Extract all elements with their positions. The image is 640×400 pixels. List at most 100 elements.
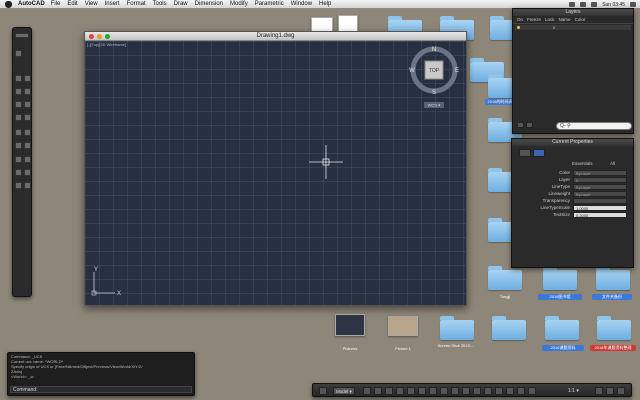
menu-format[interactable]: Format <box>127 1 146 7</box>
column-header[interactable]: Name <box>559 17 571 22</box>
snap-toggle-icon[interactable] <box>363 387 371 395</box>
status-icon[interactable] <box>569 2 576 7</box>
clean-screen-icon[interactable] <box>528 387 536 395</box>
lineweight-toggle-icon[interactable] <box>440 387 448 395</box>
tool-button[interactable] <box>24 182 31 189</box>
grid-toggle-icon[interactable] <box>319 387 327 395</box>
properties-tab-active[interactable] <box>533 149 545 157</box>
desktop-folder[interactable] <box>492 316 526 340</box>
clock[interactable]: Sun 03:45 <box>602 2 625 8</box>
dyn-toggle-icon[interactable] <box>429 387 437 395</box>
menu-file[interactable]: File <box>51 1 61 7</box>
osnap-toggle-icon[interactable] <box>396 387 404 395</box>
tool-button[interactable] <box>15 75 22 82</box>
column-header[interactable]: Lock <box>545 17 555 22</box>
zoom-button[interactable] <box>105 34 110 39</box>
tool-button[interactable] <box>24 142 31 149</box>
tool-button[interactable] <box>24 88 31 95</box>
tool-button[interactable] <box>15 129 22 136</box>
lightbulb-icon[interactable] <box>517 26 520 29</box>
property-value[interactable]: 0 <box>573 177 627 183</box>
window-titlebar[interactable]: Drawing1.dwg <box>85 32 466 41</box>
tool-button[interactable] <box>24 101 31 108</box>
section-essentials[interactable]: Essentials <box>572 161 593 166</box>
column-header[interactable]: On <box>517 17 523 22</box>
annotation-scale[interactable]: 1:1 ▾ <box>568 387 588 395</box>
annotation-monitor-icon[interactable] <box>484 387 492 395</box>
property-value[interactable]: 0.2000 <box>573 212 627 218</box>
desktop-folder[interactable] <box>545 316 579 340</box>
isolate-icon[interactable] <box>506 387 514 395</box>
property-value[interactable]: ByLayer <box>573 184 627 190</box>
polar-toggle-icon[interactable] <box>385 387 393 395</box>
settings-icon[interactable] <box>617 387 625 395</box>
column-header[interactable]: Color <box>575 17 586 22</box>
menu-tools[interactable]: Tools <box>153 1 167 7</box>
minimize-button[interactable] <box>97 34 102 39</box>
menu-dimension[interactable]: Dimension <box>195 1 223 7</box>
wifi-icon[interactable] <box>591 2 598 7</box>
delete-layer-button[interactable] <box>526 122 533 128</box>
desktop-folder[interactable] <box>596 266 630 290</box>
tool-button[interactable] <box>15 101 22 108</box>
menu-window[interactable]: Window <box>291 1 312 7</box>
layer-search-input[interactable]: Q- ⚲ <box>556 122 632 130</box>
command-input[interactable]: Command: <box>10 386 192 393</box>
menu-parametric[interactable]: Parametric <box>255 1 284 7</box>
tool-button[interactable] <box>24 169 31 176</box>
tool-button[interactable] <box>15 156 22 163</box>
menu-view[interactable]: View <box>85 1 98 7</box>
tool-button[interactable] <box>24 129 31 136</box>
menu-draw[interactable]: Draw <box>174 1 188 7</box>
tool-button[interactable] <box>15 114 22 121</box>
layer-row[interactable]: 0 <box>515 25 631 30</box>
close-button[interactable] <box>89 34 94 39</box>
properties-tab-object[interactable] <box>519 149 531 157</box>
property-value[interactable] <box>573 198 627 204</box>
desktop-folder[interactable] <box>488 266 522 290</box>
app-menu[interactable]: AutoCAD <box>18 1 45 7</box>
selection-cycling-icon[interactable] <box>473 387 481 395</box>
properties-title[interactable]: Current Properties <box>512 139 633 146</box>
model-space-menu[interactable]: Model ▾ <box>333 387 355 395</box>
desktop-folder[interactable] <box>543 266 577 290</box>
desktop-folder[interactable] <box>597 316 631 340</box>
menu-insert[interactable]: Insert <box>105 1 120 7</box>
viewcube[interactable]: TOP N S E W WCS ▾ <box>408 44 464 120</box>
workspace-icon[interactable] <box>606 387 614 395</box>
file-thumbnail[interactable] <box>388 316 418 336</box>
tool-button[interactable] <box>24 114 31 121</box>
otrack-toggle-icon[interactable] <box>407 387 415 395</box>
search-icon[interactable] <box>630 2 636 7</box>
annotation-visibility-icon[interactable] <box>595 387 603 395</box>
file-thumbnail[interactable] <box>311 17 333 32</box>
tool-button[interactable] <box>15 182 22 189</box>
tool-button[interactable] <box>15 50 22 57</box>
menu-help[interactable]: Help <box>319 1 331 7</box>
property-value[interactable]: ByLayer <box>573 191 627 197</box>
desktop-folder[interactable] <box>440 316 474 340</box>
units-icon[interactable] <box>495 387 503 395</box>
tool-button[interactable] <box>15 142 22 149</box>
tool-button[interactable] <box>24 75 31 82</box>
tool-button[interactable] <box>15 88 22 95</box>
status-icon[interactable] <box>580 2 587 7</box>
transparency-toggle-icon[interactable] <box>451 387 459 395</box>
quick-properties-icon[interactable] <box>462 387 470 395</box>
menu-modify[interactable]: Modify <box>230 1 248 7</box>
apple-icon[interactable] <box>5 0 12 8</box>
section-all[interactable]: All <box>610 161 615 166</box>
column-header[interactable]: Freeze <box>527 17 541 22</box>
ducs-toggle-icon[interactable] <box>418 387 426 395</box>
file-thumbnail[interactable] <box>335 314 365 336</box>
palette-header-icon[interactable] <box>15 33 29 38</box>
hardware-acceleration-icon[interactable] <box>517 387 525 395</box>
menu-edit[interactable]: Edit <box>67 1 77 7</box>
layers-title[interactable]: Layers <box>513 9 633 16</box>
tool-button[interactable] <box>15 169 22 176</box>
tool-button[interactable] <box>24 156 31 163</box>
ortho-toggle-icon[interactable] <box>374 387 382 395</box>
property-value[interactable]: 1.0000 <box>573 205 627 211</box>
viewport-controls[interactable]: [-][Top][2D Wireframe] <box>87 42 126 47</box>
property-value[interactable]: ByLayer <box>573 170 627 176</box>
